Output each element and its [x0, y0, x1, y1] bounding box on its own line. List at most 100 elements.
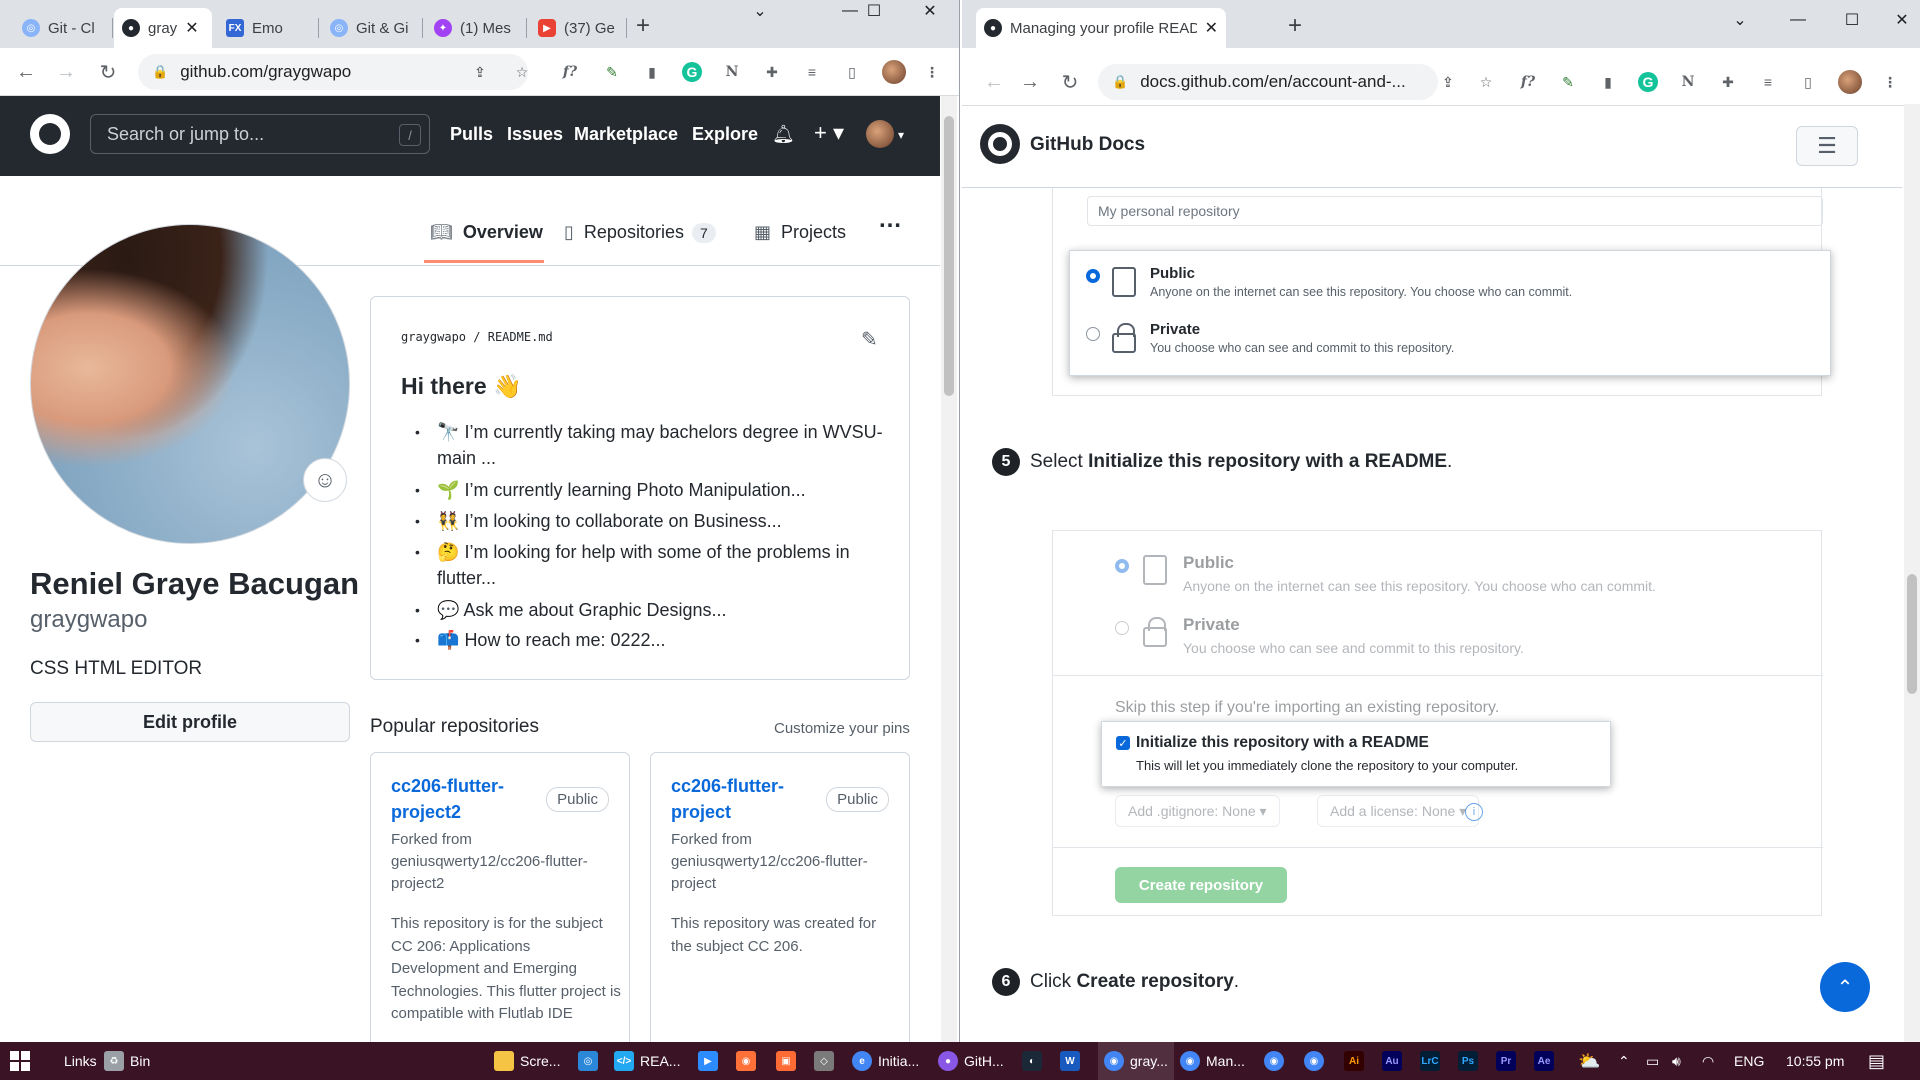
github-logo-icon[interactable] — [30, 114, 70, 154]
close-window-icon[interactable]: ✕ — [1878, 8, 1920, 32]
notion-extension-icon[interactable]: N — [1678, 72, 1698, 92]
tab-messenger[interactable]: ✦ (1) Mes — [426, 8, 522, 48]
taskbar-app[interactable]: ◉ — [1264, 1042, 1290, 1080]
new-tab-icon[interactable]: + — [636, 12, 650, 40]
reading-list-icon[interactable]: ≡ — [1758, 72, 1778, 92]
back-icon[interactable]: ← — [14, 60, 38, 84]
repo-name-link[interactable]: cc206-flutter-project — [671, 773, 821, 825]
links-toolbar[interactable]: Links — [64, 1042, 97, 1080]
taskbar-app[interactable]: e Initia... — [852, 1042, 919, 1080]
nav-marketplace[interactable]: Marketplace — [574, 124, 678, 145]
taskbar-app-active[interactable]: ◉ gray... — [1098, 1042, 1174, 1080]
picker-extension-icon[interactable]: ✎ — [1558, 72, 1578, 92]
create-new-icon[interactable]: + ▾ — [814, 120, 844, 146]
taskbar-app[interactable]: Au — [1382, 1042, 1408, 1080]
wifi-icon[interactable]: ◠ — [1702, 1042, 1714, 1080]
volume-icon[interactable]: 🔊︎ — [1672, 1042, 1681, 1080]
tab-youtube[interactable]: ▶ (37) Ge — [530, 8, 626, 48]
maximize-icon[interactable]: ☐ — [1828, 8, 1876, 32]
tab-graygwapo[interactable]: ● gray ✕ — [114, 8, 212, 48]
taskbar-app[interactable]: ◉ — [1304, 1042, 1330, 1080]
share-icon[interactable]: ⇪ — [1438, 72, 1458, 92]
taskbar-app[interactable]: W — [1060, 1042, 1086, 1080]
taskbar-app[interactable]: ◇ — [814, 1042, 840, 1080]
edit-pencil-icon[interactable]: ✎ — [861, 327, 878, 352]
tab-repositories[interactable]: ▯ Repositories 7 — [564, 222, 716, 243]
start-button[interactable] — [10, 1042, 30, 1080]
search-input[interactable]: Search or jump to... / — [90, 114, 430, 154]
taskbar-app[interactable]: LrC — [1420, 1042, 1446, 1080]
grammarly-icon[interactable]: G — [1638, 72, 1658, 92]
taskbar-app[interactable]: Ae — [1534, 1042, 1560, 1080]
grammarly-icon[interactable]: G — [682, 62, 702, 82]
formula-extension-icon[interactable]: f? — [1518, 72, 1538, 92]
weather-icon[interactable]: ⛅ — [1578, 1042, 1600, 1080]
taskbar-app[interactable]: ● GitH... — [938, 1042, 1004, 1080]
user-avatar-icon[interactable] — [866, 120, 894, 148]
scroll-to-top-button[interactable]: ⌃ — [1820, 962, 1870, 1012]
reload-icon[interactable]: ↻ — [96, 60, 120, 84]
forward-icon[interactable]: → — [54, 60, 78, 84]
taskbar-app[interactable]: </> REA... — [614, 1042, 680, 1080]
taskbar-app[interactable]: Ps — [1458, 1042, 1484, 1080]
github-logo-icon[interactable] — [980, 124, 1020, 164]
public-radio[interactable] — [1086, 269, 1100, 288]
notion-extension-icon[interactable]: N — [722, 62, 742, 82]
taskbar-app[interactable]: ▣ — [776, 1042, 802, 1080]
reload-icon[interactable]: ↻ — [1058, 70, 1082, 94]
left-scrollbar-thumb[interactable] — [944, 116, 954, 396]
docs-brand-title[interactable]: GitHub Docs — [1030, 134, 1145, 156]
maximize-icon[interactable]: ☐ — [850, 0, 898, 22]
tab-managing-profile-readme[interactable]: ● Managing your profile README ✕ — [976, 8, 1226, 48]
bookmark-star-icon[interactable]: ☆ — [1476, 72, 1496, 92]
share-icon[interactable]: ⇪ — [470, 62, 490, 82]
taskbar-app[interactable]: ◎ — [578, 1042, 604, 1080]
extension-icon[interactable]: ▮ — [642, 62, 662, 82]
tab-git-and-github[interactable]: ◎ Git & Gi — [322, 8, 418, 48]
tab-search-icon[interactable]: ⌄ — [1716, 8, 1764, 32]
customize-pins-link[interactable]: Customize your pins — [774, 720, 910, 737]
puzzle-icon[interactable]: ✚ — [1718, 72, 1738, 92]
minimize-icon[interactable]: — — [1774, 8, 1822, 32]
tab-overview[interactable]: 📖︎ Overview — [430, 222, 543, 243]
taskbar-app[interactable]: Pr — [1496, 1042, 1522, 1080]
set-status-smiley-icon[interactable]: ☺ — [303, 458, 347, 502]
nav-issues[interactable]: Issues — [507, 124, 563, 145]
menu-dots-icon[interactable]: ⋮ — [1880, 72, 1900, 92]
language-indicator[interactable]: ENG — [1734, 1042, 1764, 1080]
private-radio[interactable] — [1086, 327, 1100, 346]
profile-photo[interactable] — [30, 224, 350, 544]
nav-pulls[interactable]: Pulls — [450, 124, 493, 145]
nav-explore[interactable]: Explore — [692, 124, 758, 145]
extension-icon[interactable]: ▮ — [1598, 72, 1618, 92]
show-hidden-icons-icon[interactable]: ⌃ — [1618, 1042, 1630, 1080]
puzzle-icon[interactable]: ✚ — [762, 62, 782, 82]
url-field[interactable]: 🔒 docs.github.com/en/account-and-... — [1098, 64, 1438, 100]
back-icon[interactable]: ← — [982, 70, 1006, 94]
bell-icon[interactable]: 🔔︎ — [772, 124, 795, 145]
right-scrollbar[interactable] — [1904, 104, 1920, 1042]
profile-avatar-icon[interactable] — [882, 60, 906, 84]
bookmark-star-icon[interactable]: ☆ — [512, 62, 532, 82]
side-panel-icon[interactable]: ▯ — [842, 62, 862, 82]
new-tab-icon[interactable]: + — [1288, 12, 1302, 40]
tab-projects[interactable]: ▦ Projects — [754, 222, 846, 243]
init-readme-checkbox[interactable]: ✓ — [1116, 736, 1130, 750]
taskbar-app[interactable]: Ai — [1344, 1042, 1370, 1080]
close-tab-icon[interactable]: ✕ — [1205, 18, 1218, 38]
recycle-bin[interactable]: ♻ Bin — [104, 1042, 150, 1080]
tab-git-cli[interactable]: ◎ Git - Cl — [14, 8, 106, 48]
taskbar-app[interactable]: ◐ — [1022, 1042, 1048, 1080]
repo-name-link[interactable]: cc206-flutter-project2 — [391, 773, 541, 825]
formula-extension-icon[interactable]: f? — [560, 62, 580, 82]
menu-dots-icon[interactable]: ⋮ — [922, 62, 942, 82]
forward-icon[interactable]: → — [1018, 70, 1042, 94]
taskbar-app[interactable]: ▶ — [698, 1042, 724, 1080]
taskbar-app[interactable]: ◉ Man... — [1180, 1042, 1245, 1080]
right-scrollbar-thumb[interactable] — [1907, 574, 1917, 694]
hamburger-menu-icon[interactable]: ☰ — [1796, 126, 1858, 166]
left-scrollbar[interactable] — [941, 96, 957, 1042]
close-tab-icon[interactable]: ✕ — [185, 18, 198, 38]
taskbar-app[interactable]: Scre... — [494, 1042, 560, 1080]
side-panel-icon[interactable]: ▯ — [1798, 72, 1818, 92]
